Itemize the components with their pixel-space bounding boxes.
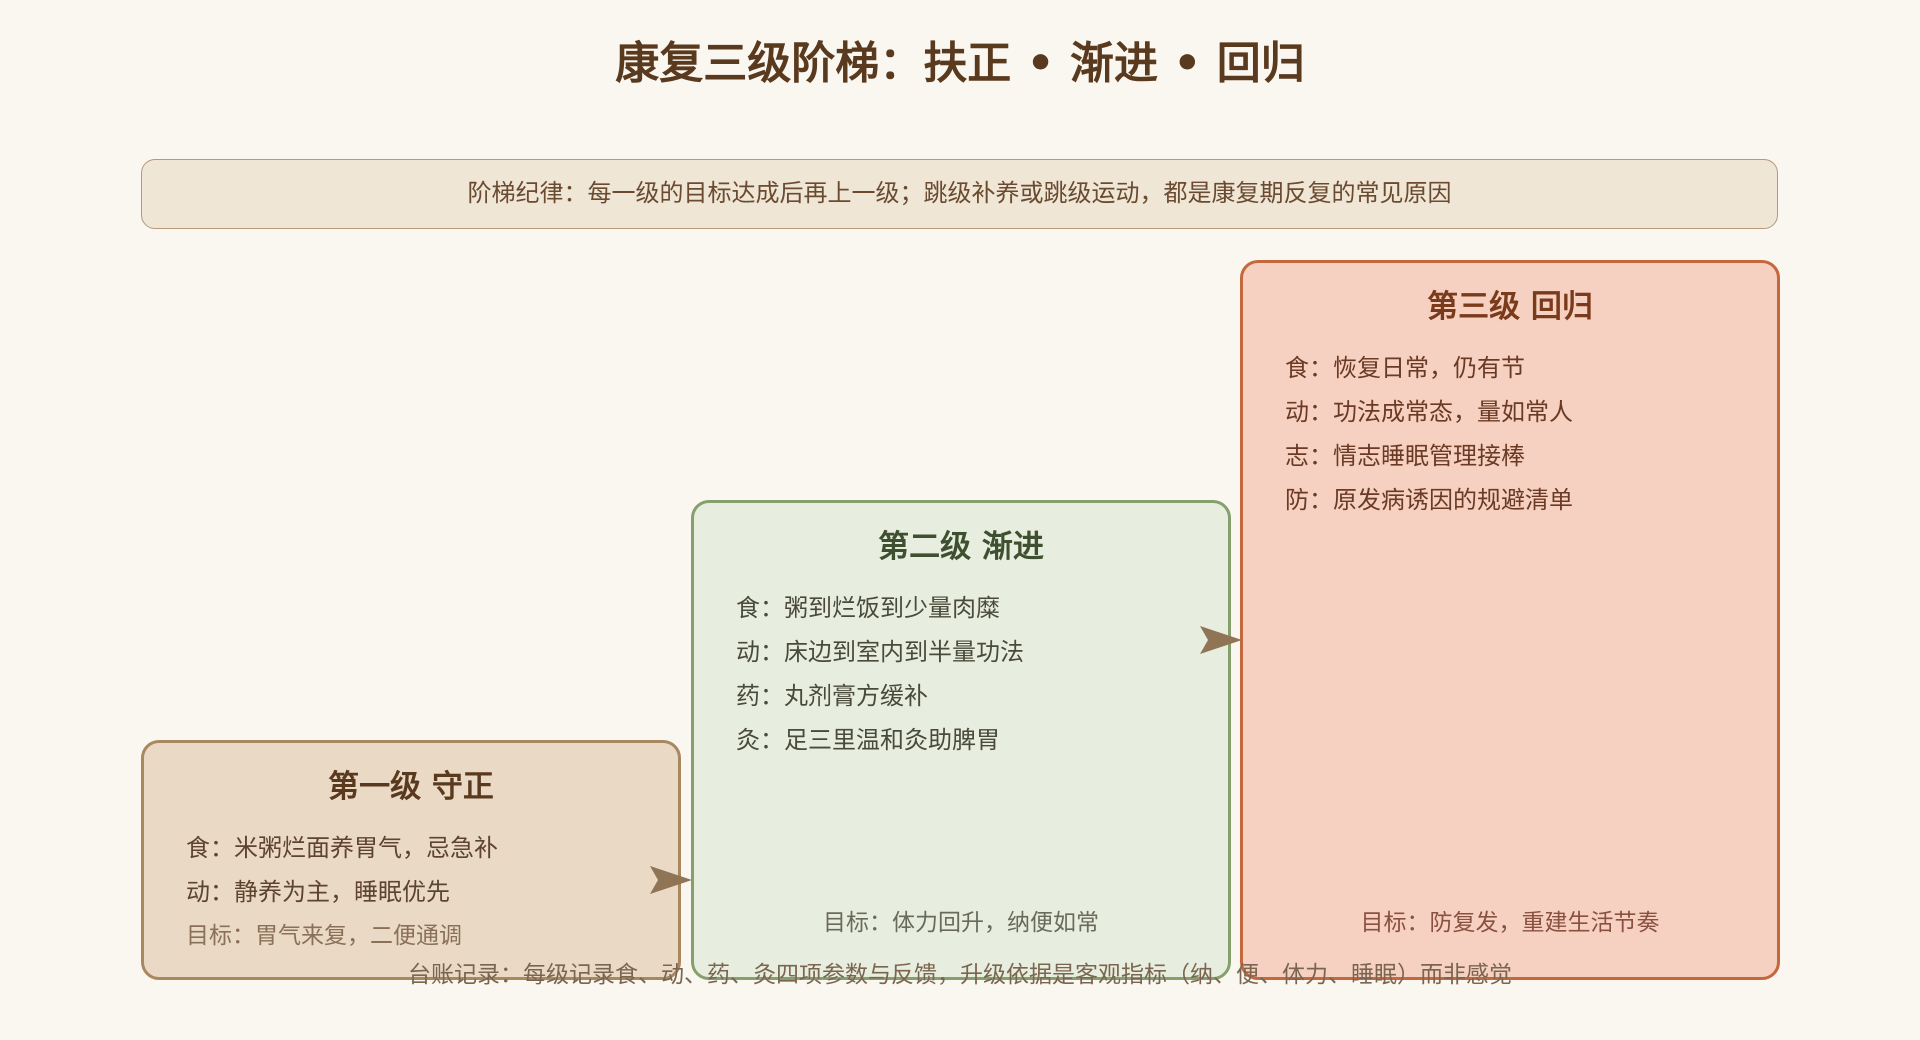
step-2-title: 第二级 渐进 [878, 529, 1044, 565]
step-2-items: 食：粥到烂饭到少量肉糜 动：床边到室内到半量功法 药：丸剂膏方缓补 灸：足三里温… [736, 586, 1208, 762]
step-1-item-movement: 动：静养为主，睡眠优先 [186, 878, 450, 906]
step-1-items: 食：米粥烂面养胃气，忌急补 动：静养为主，睡眠优先 目标：胃气来复，二便通调 [186, 826, 658, 958]
arrow-head [1200, 626, 1242, 654]
step-3-item-prevention: 防：原发病诱因的规避清单 [1285, 486, 1573, 514]
step-3-goal: 目标：防复发，重建生活节奏 [1360, 910, 1660, 936]
step-1-goal: 目标：胃气来复，二便通调 [186, 923, 462, 949]
step-2-item-movement: 动：床边到室内到半量功法 [736, 638, 1024, 666]
step-3-item-food: 食：恢复日常，仍有节 [1285, 354, 1525, 382]
page-title: 康复三级阶梯：扶正 • 渐进 • 回归 [615, 38, 1305, 89]
arrow-step1-to-step2 [650, 866, 692, 894]
arrow-step2-to-step3 [1200, 626, 1242, 654]
ledger-footer-note: 台账记录：每级记录食、动、药、灸四项参数与反馈，升级依据是客观指标（纳、便、体力… [408, 962, 1512, 988]
step-1-title: 第一级 守正 [328, 769, 494, 805]
step-2-item-moxibustion: 灸：足三里温和灸助脾胃 [736, 726, 1000, 754]
step-3-items: 食：恢复日常，仍有节 动：功法成常态，量如常人 志：情志睡眠管理接棒 防：原发病… [1285, 346, 1757, 522]
arrow-head [650, 866, 692, 894]
step-1-box: 第一级 守正 食：米粥烂面养胃气，忌急补 动：静养为主，睡眠优先 目标：胃气来复… [141, 740, 681, 980]
step-3-item-movement: 动：功法成常态，量如常人 [1285, 398, 1573, 426]
rule-banner: 阶梯纪律：每一级的目标达成后再上一级；跳级补养或跳级运动，都是康复期反复的常见原… [141, 159, 1778, 229]
step-3-title: 第三级 回归 [1427, 289, 1593, 325]
step-2-box: 第二级 渐进 食：粥到烂饭到少量肉糜 动：床边到室内到半量功法 药：丸剂膏方缓补… [691, 500, 1231, 980]
step-3-item-emotion: 志：情志睡眠管理接棒 [1285, 442, 1525, 470]
step-3-box: 第三级 回归 食：恢复日常，仍有节 动：功法成常态，量如常人 志：情志睡眠管理接… [1240, 260, 1780, 980]
step-2-item-medicine: 药：丸剂膏方缓补 [736, 682, 928, 710]
step-2-goal: 目标：体力回升，纳便如常 [823, 910, 1099, 936]
step-1-item-food: 食：米粥烂面养胃气，忌急补 [186, 834, 498, 862]
step-2-item-food: 食：粥到烂饭到少量肉糜 [736, 594, 1000, 622]
